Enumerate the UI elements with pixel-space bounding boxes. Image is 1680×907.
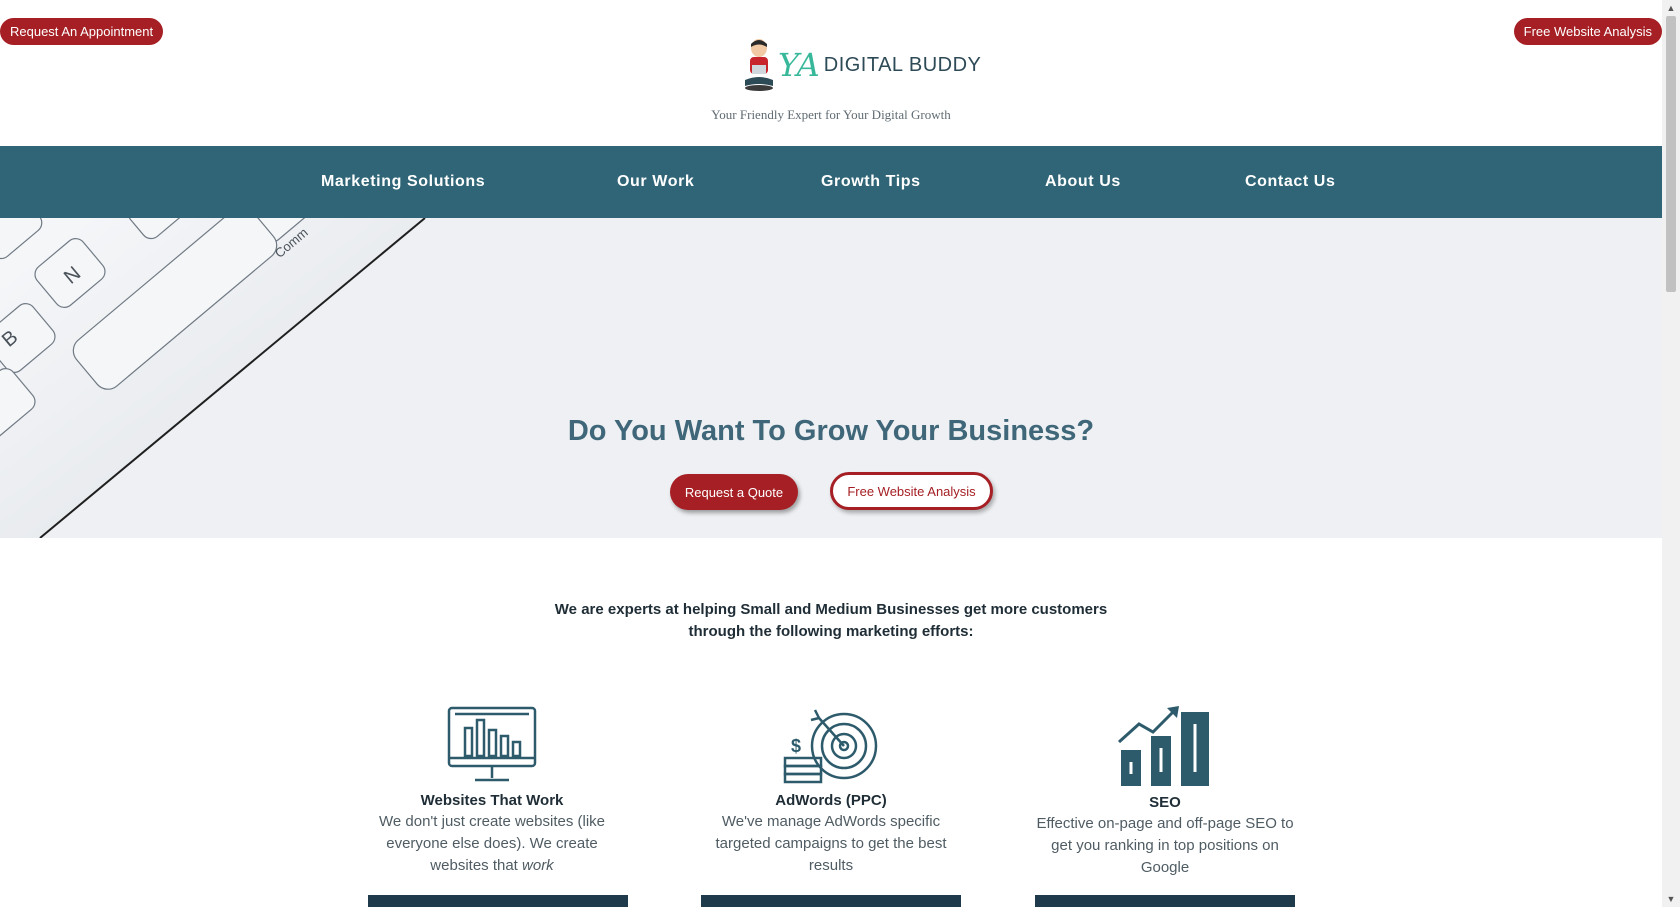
logo-mascot-icon <box>745 39 773 91</box>
page-scrollbar[interactable]: ▲ ▼ <box>1662 0 1680 907</box>
service-websites-button[interactable] <box>368 895 628 907</box>
service-desc: We've manage AdWords specific targeted c… <box>715 813 947 874</box>
monitor-chart-icon <box>447 706 537 782</box>
request-quote-button[interactable]: Request a Quote <box>670 474 798 510</box>
service-websites: Websites That Work We don't just create … <box>362 706 622 877</box>
page: Request An Appointment Free Website Anal… <box>0 0 1662 907</box>
request-appointment-button[interactable]: Request An Appointment <box>0 18 164 45</box>
intro-text: We are experts at helping Small and Medi… <box>0 599 1662 643</box>
service-adwords-button[interactable] <box>701 895 961 907</box>
service-title: Websites That Work <box>420 792 564 809</box>
scrollbar-thumb[interactable] <box>1666 16 1676 292</box>
nav-marketing-solutions[interactable]: Marketing Solutions <box>321 146 485 218</box>
nav-about-us[interactable]: About Us <box>1045 146 1121 218</box>
free-website-analysis-button[interactable]: Free Website Analysis <box>830 472 993 510</box>
site-tagline: Your Friendly Expert for Your Digital Gr… <box>711 107 951 122</box>
hero-banner: N B Comm Do You Want To Grow Your Busine… <box>0 218 1662 538</box>
scroll-down-arrow-icon[interactable]: ▼ <box>1662 891 1680 907</box>
nav-growth-tips[interactable]: Growth Tips <box>821 146 921 218</box>
logo-ya-text: YA <box>778 46 820 84</box>
keyboard-background-image: N B Comm <box>0 218 426 538</box>
site-logo[interactable]: YA DIGITAL BUDDY <box>742 38 981 92</box>
svg-text:$: $ <box>791 736 801 756</box>
nav-contact-us[interactable]: Contact Us <box>1245 146 1335 218</box>
service-adwords: $ AdWords (PPC) We've manage AdWords spe… <box>701 706 961 877</box>
service-desc: We don't just create websites (like ever… <box>378 813 606 874</box>
intro-line-2: through the following marketing efforts: <box>688 623 974 640</box>
scroll-up-arrow-icon[interactable]: ▲ <box>1662 0 1680 16</box>
hero-title: Do You Want To Grow Your Business? <box>567 415 1095 447</box>
service-desc: Effective on-page and off-page SEO to ge… <box>1036 815 1294 876</box>
nav-our-work[interactable]: Our Work <box>617 146 694 218</box>
service-seo-button[interactable] <box>1035 895 1295 907</box>
service-title: AdWords (PPC) <box>775 792 887 809</box>
service-seo: SEO Effective on-page and off-page SEO t… <box>1035 706 1295 879</box>
free-website-analysis-top-button[interactable]: Free Website Analysis <box>1513 18 1662 45</box>
service-title: SEO <box>1149 794 1181 811</box>
target-money-icon: $ <box>783 709 878 784</box>
main-nav: Marketing Solutions Our Work Growth Tips… <box>0 146 1662 218</box>
bar-chart-growth-icon <box>1117 706 1209 786</box>
logo-name: DIGITAL BUDDY <box>823 53 982 76</box>
intro-line-1: We are experts at helping Small and Medi… <box>554 601 1108 618</box>
